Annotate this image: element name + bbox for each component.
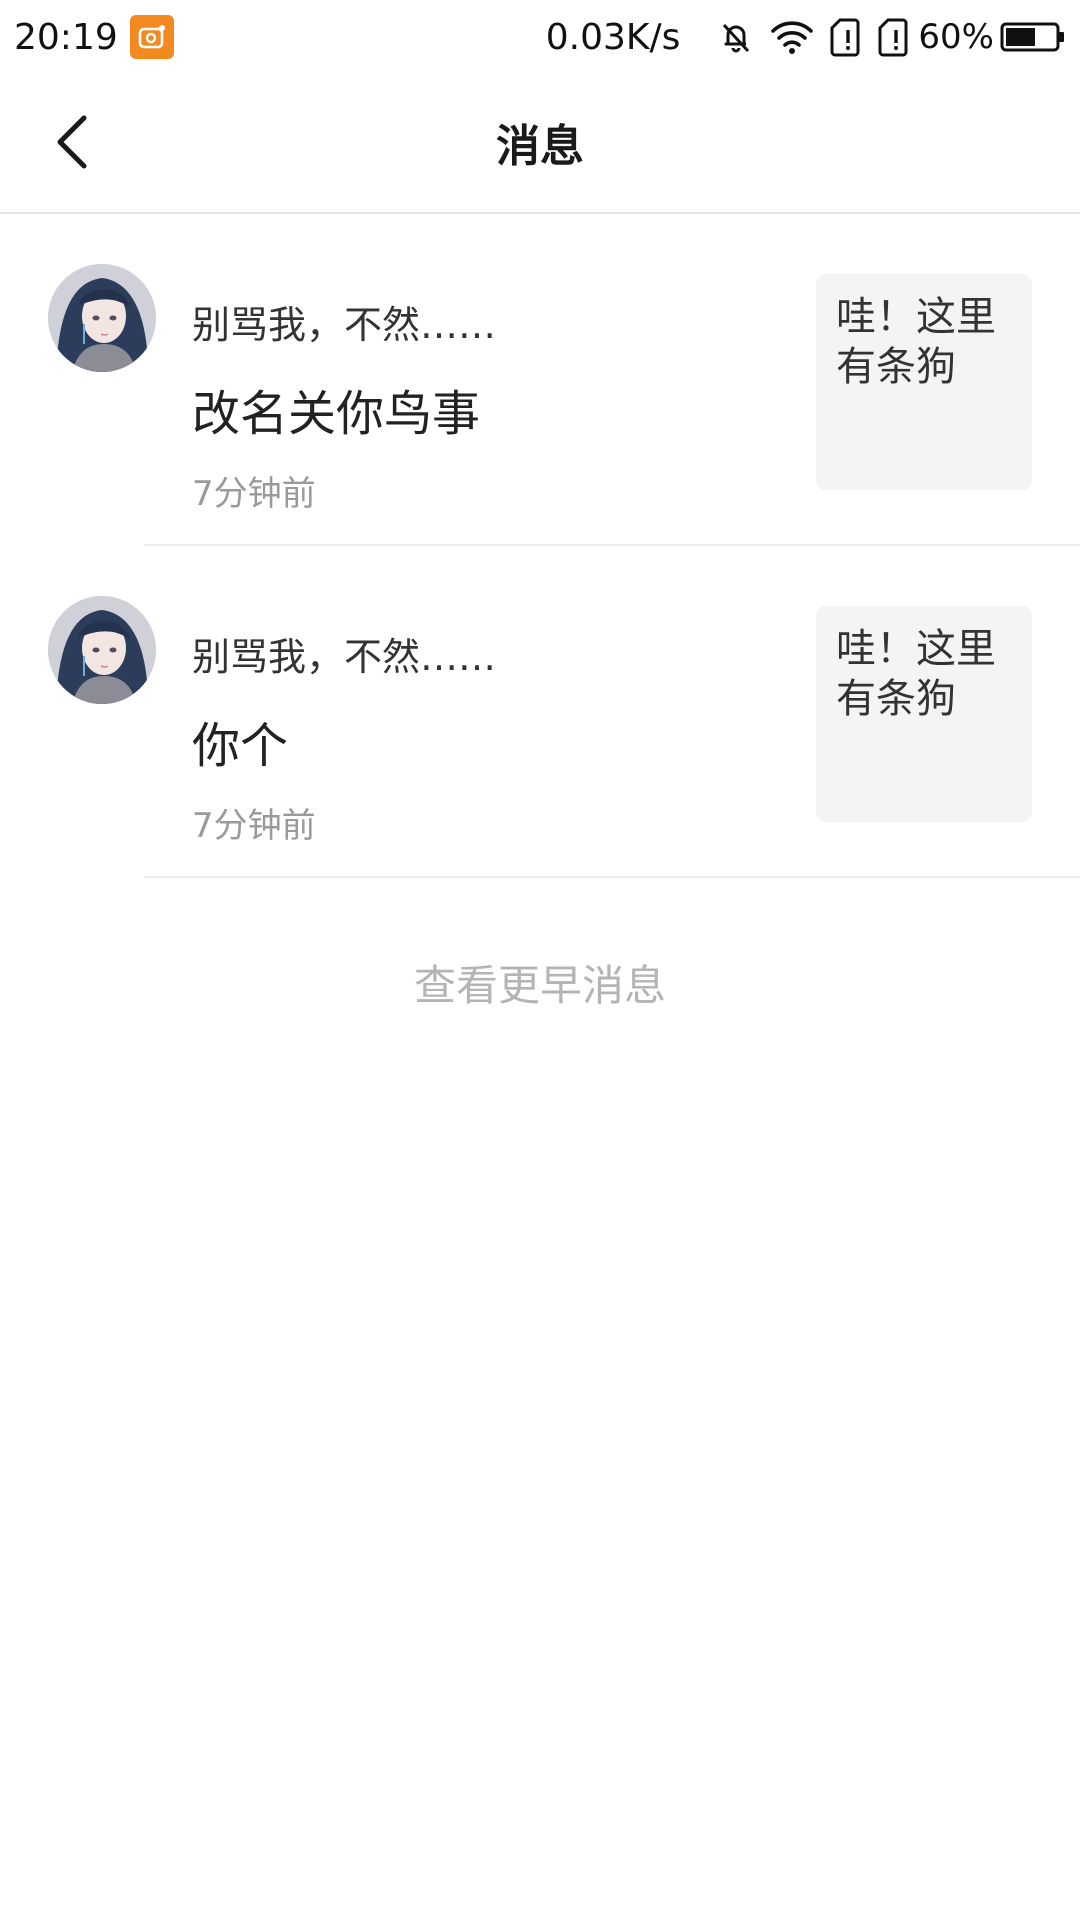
message-time: 7分钟前	[192, 806, 316, 846]
network-speed: 0.03K/s	[545, 16, 681, 58]
battery-percent: 60%	[918, 17, 994, 57]
bell-muted-icon	[716, 17, 756, 57]
message-list: 别骂我，不然…… 改名关你鸟事 7分钟前 哇！这里有条狗 别骂我，不然…… 你个…	[0, 214, 1080, 878]
sim-1-icon	[828, 16, 862, 58]
avatar[interactable]	[48, 264, 156, 372]
avatar[interactable]	[48, 596, 156, 704]
page-title: 消息	[496, 121, 584, 172]
status-bar-left: 20:19	[14, 15, 174, 59]
battery-icon	[1000, 21, 1066, 53]
message-item[interactable]: 别骂我，不然…… 你个 7分钟前 哇！这里有条狗	[0, 546, 1080, 878]
page-header: 消息	[0, 74, 1080, 214]
sender-name: 别骂我，不然……	[192, 635, 497, 679]
message-time: 7分钟前	[192, 474, 316, 514]
post-preview[interactable]: 哇！这里有条狗	[816, 606, 1032, 822]
wifi-icon	[770, 18, 814, 56]
message-content: 你个	[192, 718, 289, 774]
divider	[144, 876, 1080, 878]
status-bar: 20:19 0.03K/s 60%	[0, 0, 1080, 74]
status-bar-right: 0.03K/s 60%	[546, 16, 1066, 58]
sim-2-icon	[876, 16, 910, 58]
view-earlier-messages-button[interactable]: 查看更早消息	[0, 952, 1080, 1013]
status-time: 20:19	[14, 16, 118, 58]
post-preview[interactable]: 哇！这里有条狗	[816, 274, 1032, 490]
message-item[interactable]: 别骂我，不然…… 改名关你鸟事 7分钟前 哇！这里有条狗	[0, 214, 1080, 546]
app-notification-icon	[129, 15, 174, 59]
sender-name: 别骂我，不然……	[192, 303, 497, 347]
message-content: 改名关你鸟事	[192, 386, 481, 442]
